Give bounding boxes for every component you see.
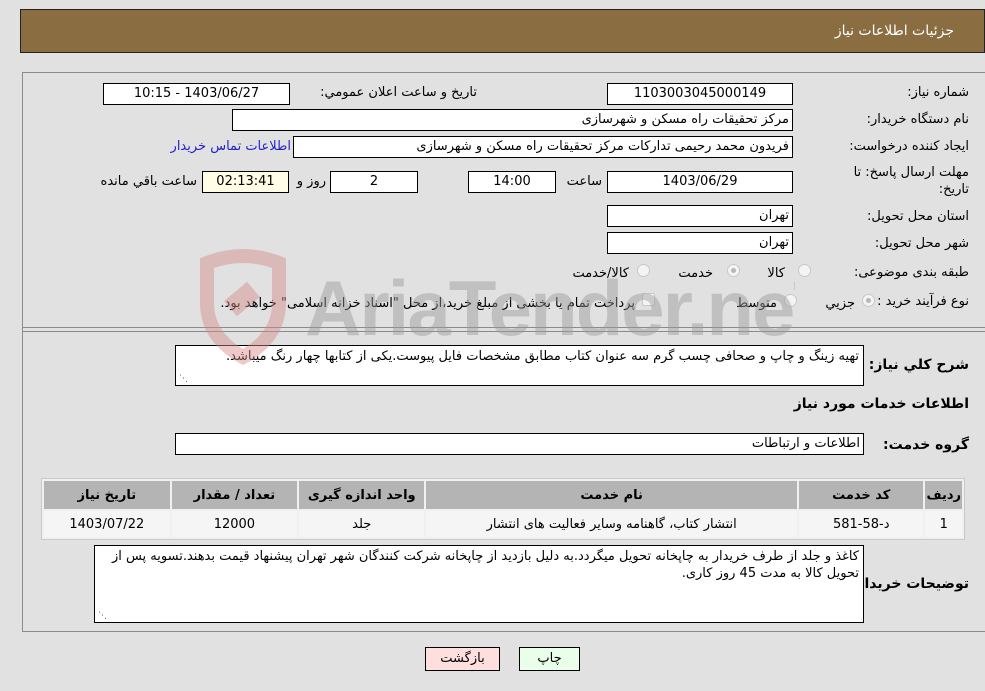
remaining-time-field: 02:13:41 — [202, 171, 289, 193]
service-group-field: اطلاعات و ارتباطات — [175, 433, 864, 455]
category-label: طبقه بندی موضوعی: — [853, 265, 969, 280]
purchase-type-minor-radio[interactable] — [862, 294, 875, 307]
col-header-need-date: تاریخ نیاز — [44, 481, 170, 509]
buyer-notes-label: توضیحات خریدار: — [850, 576, 969, 592]
services-section-title: اطلاعات خدمات مورد نیاز — [793, 396, 969, 412]
description-textarea[interactable]: تهیه زینگ و چاپ و صحافی چسب گرم سه عنوان… — [175, 345, 864, 386]
table-header-row: ردیف کد خدمت نام خدمت واحد اندازه گیری ت… — [44, 481, 962, 509]
city-field: تهران — [607, 232, 793, 254]
page-title: جزئیات اطلاعات نیاز — [834, 23, 954, 39]
col-header-service-code: کد خدمت — [798, 481, 924, 509]
treasury-checkbox-label: پرداخت تمام یا بخشی از مبلغ خرید،از محل … — [220, 296, 635, 311]
divider — [23, 327, 985, 328]
page-header: جزئیات اطلاعات نیاز — [20, 9, 985, 53]
print-button[interactable]: چاپ — [519, 647, 580, 671]
buyer-org-label: نام دستگاه خریدار: — [866, 112, 969, 127]
purchase-type-medium-label: متوسط — [736, 296, 777, 311]
category-goods-service-label: کالا/خدمت — [572, 266, 629, 281]
treasury-checkbox[interactable] — [642, 293, 655, 306]
requester-label: ایجاد کننده درخواست: — [849, 139, 969, 154]
col-header-unit: واحد اندازه گیری — [299, 481, 425, 509]
category-service-radio[interactable] — [727, 264, 740, 277]
divider — [23, 331, 985, 332]
details-panel: شماره نیاز: 1103003045000149 تاریخ و ساع… — [22, 72, 985, 632]
buyer-contact-link[interactable]: اطلاعات تماس خریدار — [171, 139, 291, 154]
col-header-row-number: ردیف — [925, 481, 962, 509]
announce-datetime-field: 1403/06/27 - 10:15 — [103, 83, 290, 105]
resize-grip-icon[interactable]: ⋰ — [178, 374, 188, 384]
purchase-type-minor-label: جزيي — [825, 296, 855, 311]
table-row: 1 د-58-581 انتشار کتاب، گاهنامه وسایر فع… — [44, 511, 962, 537]
deadline-label-line2: تاریخ: — [938, 182, 969, 197]
need-number-field: 1103003045000149 — [607, 83, 793, 105]
col-header-service-name: نام خدمت — [426, 481, 797, 509]
buyer-notes-textarea[interactable]: کاغذ و جلد از طرف خریدار به چاپخانه تحوی… — [94, 545, 864, 623]
category-goods-service-radio[interactable] — [637, 264, 650, 277]
need-number-label: شماره نیاز: — [907, 85, 969, 100]
deadline-time-label: ساعت — [566, 174, 602, 189]
services-table: ردیف کد خدمت نام خدمت واحد اندازه گیری ت… — [41, 478, 965, 540]
buyer-notes-text: کاغذ و جلد از طرف خریدار به چاپخانه تحوی… — [111, 549, 859, 581]
cell-quantity: 12000 — [171, 511, 298, 537]
deadline-time-field: 14:00 — [468, 171, 556, 193]
city-label: شهر محل تحویل: — [874, 236, 969, 251]
service-group-label: گروه خدمت: — [883, 437, 969, 453]
category-service-label: خدمت — [678, 266, 713, 281]
buyer-org-field: مرکز تحقیقات راه مسکن و شهرسازی — [232, 109, 793, 131]
deadline-label-line1: مهلت ارسال پاسخ: تا — [853, 165, 969, 180]
cell-service-code: د-58-581 — [798, 511, 924, 537]
back-button[interactable]: بازگشت — [425, 647, 500, 671]
col-header-quantity: تعداد / مقدار — [171, 481, 298, 509]
cell-unit: جلد — [299, 511, 425, 537]
purchase-type-medium-radio[interactable] — [784, 294, 797, 307]
cell-need-date: 1403/07/22 — [44, 511, 170, 537]
description-label: شرح کلي نیاز: — [868, 357, 969, 373]
resize-grip-icon[interactable]: ⋰ — [97, 611, 107, 621]
remaining-time-label: ساعت باقي مانده — [100, 174, 197, 189]
deadline-date-field: 1403/06/29 — [607, 171, 793, 193]
purchase-type-label: نوع فرآیند خرید : — [877, 294, 969, 309]
remaining-days-label: روز و — [296, 174, 326, 189]
requester-field: فریدون محمد رحیمی تدارکات مرکز تحقیقات ر… — [293, 136, 793, 158]
province-label: استان محل تحویل: — [867, 209, 969, 224]
category-goods-label: کالا — [767, 266, 785, 281]
announce-datetime-label: تاریخ و ساعت اعلان عمومي: — [320, 85, 477, 100]
category-goods-radio[interactable] — [798, 264, 811, 277]
province-field: تهران — [607, 205, 793, 227]
cell-service-name: انتشار کتاب، گاهنامه وسایر فعالیت های ان… — [426, 511, 797, 537]
cell-row-number: 1 — [925, 511, 962, 537]
remaining-days-field: 2 — [330, 171, 418, 193]
description-text: تهیه زینگ و چاپ و صحافی چسب گرم سه عنوان… — [226, 349, 859, 364]
